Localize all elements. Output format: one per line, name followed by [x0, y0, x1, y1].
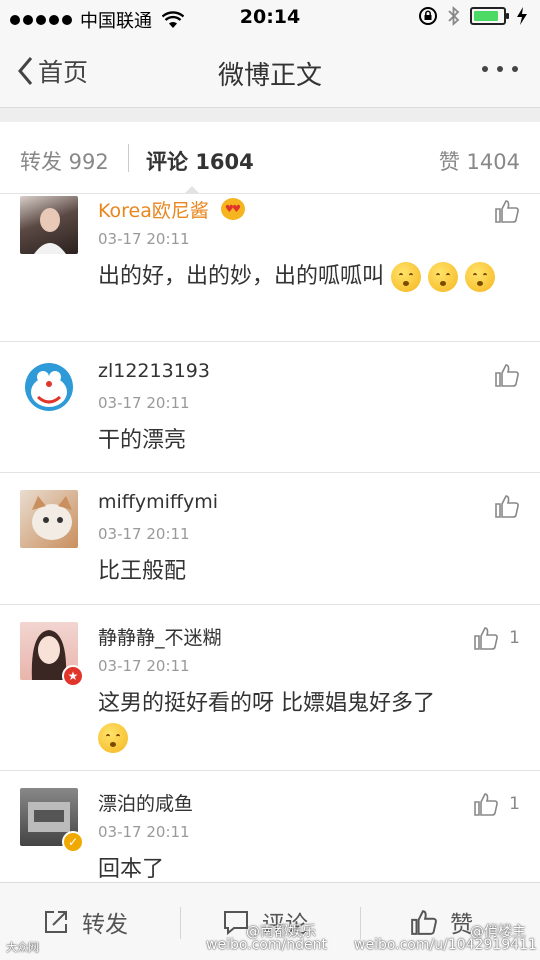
- thumbs-up-icon: [495, 495, 519, 518]
- comment-item: zl12213193 03-17 20:11 干的漂亮: [0, 342, 540, 473]
- comment-text: 这男的挺好看的呀 比嫖娼鬼好多了: [98, 687, 510, 755]
- watermark-left: 大众网: [6, 941, 39, 954]
- like-button[interactable]: [494, 493, 520, 519]
- tab-divider: [128, 144, 129, 172]
- bottom-toolbar: 转发 评论 赞 大众网 @南都娱乐 weibo.com/ndent @俏楼主 w…: [0, 882, 540, 960]
- tab-like[interactable]: 赞 1404: [439, 146, 520, 176]
- comment-text: 出的好，出的妙，出的呱呱叫: [98, 260, 510, 294]
- thumbs-up-icon: [474, 627, 499, 650]
- comment-username[interactable]: 漂泊的咸鱼: [98, 789, 193, 816]
- comment-item: ★ 静静静_不迷糊 03-17 20:11 这男的挺好看的呀 比嫖娼鬼好多了 1: [0, 605, 540, 771]
- avatar[interactable]: [20, 196, 78, 254]
- watermark-center-url: weibo.com/ndent: [206, 937, 327, 953]
- comment-time: 03-17 20:11: [98, 230, 190, 248]
- kiss-emoji-icon: [391, 262, 422, 292]
- share-icon: [45, 911, 67, 933]
- like-count: 1: [509, 794, 520, 814]
- status-bar: 中国联通 20:14: [0, 0, 540, 36]
- like-button[interactable]: 1: [473, 625, 520, 651]
- vip-emoji-icon: ♥ ♥: [220, 198, 245, 220]
- avatar[interactable]: [20, 490, 78, 548]
- toolbar-divider: [180, 907, 181, 939]
- tab-comment-count: 1604: [195, 150, 254, 174]
- like-toolbar-button[interactable]: 赞: [410, 905, 473, 939]
- thumbs-up-icon: [495, 200, 519, 223]
- vip-badge-icon: ★: [62, 665, 84, 687]
- charging-icon: [517, 7, 527, 25]
- comment-list: Korea欧尼酱 ♥ ♥ 03-17 20:11 出的好，出的妙，出的呱呱叫 zl…: [0, 194, 540, 911]
- thumbs-up-icon: [411, 910, 437, 935]
- comment-time: 03-17 20:11: [98, 823, 190, 841]
- avatar[interactable]: [20, 359, 78, 417]
- like-count: 1: [509, 628, 520, 648]
- repost-button[interactable]: 转发: [42, 905, 128, 939]
- active-tab-indicator: [185, 186, 199, 193]
- battery-icon: [470, 7, 509, 25]
- tab-comment-label: 评论: [146, 150, 188, 174]
- section-divider: [0, 108, 540, 122]
- comment-text: 比王般配: [98, 559, 187, 584]
- rotation-lock-icon: [419, 7, 437, 25]
- sweat-emoji-icon: [98, 723, 128, 753]
- kiss-emoji-icon: [465, 262, 496, 292]
- comment-username[interactable]: 静静静_不迷糊: [98, 623, 222, 650]
- nav-bar: 首页 微博正文: [0, 36, 540, 108]
- page-title: 微博正文: [217, 61, 322, 91]
- tab-comment[interactable]: 评论 1604: [146, 146, 254, 176]
- tab-repost[interactable]: 转发 992: [20, 146, 109, 176]
- bluetooth-icon: [448, 6, 460, 26]
- comment-time: 03-17 20:11: [98, 657, 190, 675]
- interaction-tabs: 转发 992 评论 1604 赞 1404: [0, 122, 540, 194]
- comment-username[interactable]: Korea欧尼酱 ♥ ♥: [98, 196, 245, 223]
- comment-item: Korea欧尼酱 ♥ ♥ 03-17 20:11 出的好，出的妙，出的呱呱叫: [0, 194, 540, 342]
- kiss-emoji-icon: [428, 262, 459, 292]
- like-button[interactable]: [494, 362, 520, 388]
- comment-item: miffymiffymi 03-17 20:11 比王般配: [0, 473, 540, 605]
- verified-badge-icon: ✓: [62, 831, 84, 853]
- comment-text: 干的漂亮: [98, 428, 187, 453]
- comment-username[interactable]: zl12213193: [98, 360, 210, 382]
- more-options-icon[interactable]: [482, 66, 518, 72]
- thumbs-up-icon: [495, 364, 519, 387]
- like-button[interactable]: 1: [473, 791, 520, 817]
- comment-username[interactable]: miffymiffymi: [98, 491, 218, 513]
- repost-label: 转发: [82, 912, 128, 938]
- comment-time: 03-17 20:11: [98, 525, 190, 543]
- toolbar-divider: [360, 907, 361, 939]
- thumbs-up-icon: [474, 793, 499, 816]
- comment-time: 03-17 20:11: [98, 394, 190, 412]
- watermark-right-url: weibo.com/u/1042919411: [354, 937, 537, 953]
- like-button[interactable]: [494, 198, 520, 224]
